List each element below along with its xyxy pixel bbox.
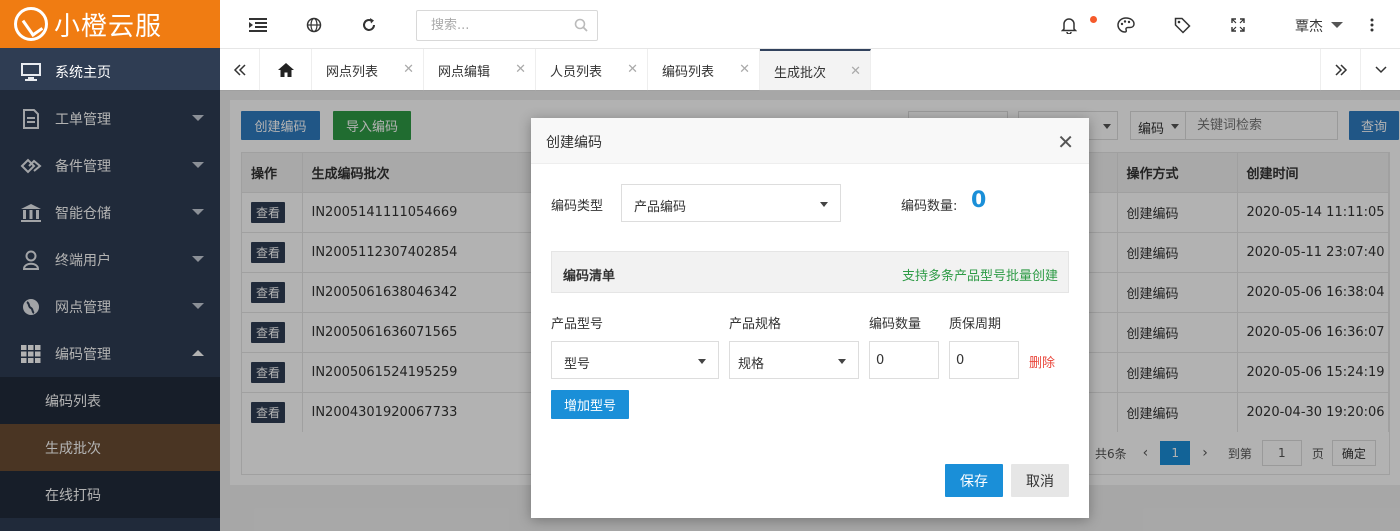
logo-text: 小橙云服 <box>54 11 163 42</box>
close-icon[interactable]: ✕ <box>739 62 750 77</box>
refresh-icon[interactable] <box>360 16 378 34</box>
search-input[interactable] <box>417 11 557 40</box>
chevron-down-icon <box>1374 66 1387 74</box>
delete-row-link[interactable]: 删除 <box>1029 352 1055 371</box>
close-icon[interactable]: ✕ <box>1057 130 1074 154</box>
tab-generate-batch[interactable]: 生成批次 ✕ <box>760 49 871 91</box>
tabs-scroll-right-button[interactable] <box>1320 49 1360 91</box>
create-code-dialog: 创建编码 ✕ 编码类型 产品编码 编码数量: 0 编码清单 支持多条产品型号批量… <box>531 118 1089 518</box>
chevron-down-icon <box>698 359 706 364</box>
spec-select[interactable]: 规格 <box>729 341 859 379</box>
save-button[interactable]: 保存 <box>945 464 1003 497</box>
sidebar-item-home[interactable]: 系统主页 <box>0 48 220 95</box>
add-model-button[interactable]: 增加型号 <box>551 390 629 419</box>
tab-outlet-list[interactable]: 网点列表 ✕ <box>312 49 424 91</box>
double-chevron-left-icon <box>233 64 246 76</box>
spec-column-label: 产品规格 <box>729 317 782 332</box>
monitor-icon <box>20 61 42 83</box>
code-count-label: 编码数量: <box>901 199 958 214</box>
code-list-hint: 支持多条产品型号批量创建 <box>901 269 1058 284</box>
tab-label: 网点编辑 <box>438 64 491 80</box>
search-box <box>416 10 598 41</box>
spec-select-value: 规格 <box>738 357 765 372</box>
dialog-title: 创建编码 <box>546 135 602 151</box>
code-type-value: 产品编码 <box>634 200 687 215</box>
close-icon[interactable]: ✕ <box>515 62 526 77</box>
tabs-scroll-left-button[interactable] <box>220 49 260 91</box>
code-count-value: 0 <box>971 188 987 213</box>
code-type-label: 编码类型 <box>551 199 604 214</box>
tab-label: 编码列表 <box>662 64 715 80</box>
tabs-menu-button[interactable] <box>1360 49 1400 91</box>
tab-label: 人员列表 <box>550 64 603 80</box>
close-icon[interactable]: ✕ <box>850 64 861 79</box>
fullscreen-icon[interactable] <box>1229 16 1247 34</box>
code-list-header: 编码清单 支持多条产品型号批量创建 <box>551 251 1069 293</box>
bell-icon[interactable] <box>1060 16 1078 34</box>
user-name[interactable]: 覃杰 <box>1295 16 1323 36</box>
more-vertical-icon[interactable] <box>1363 16 1381 34</box>
model-select-value: 型号 <box>564 357 591 372</box>
palette-icon[interactable] <box>1117 16 1135 34</box>
search-icon[interactable] <box>574 18 588 36</box>
double-chevron-right-icon <box>1334 64 1347 76</box>
topbar: 覃杰 <box>220 0 1400 49</box>
tab-label: 生成批次 <box>774 65 827 81</box>
close-icon[interactable]: ✕ <box>627 62 638 77</box>
menu-toggle-icon[interactable] <box>249 16 267 34</box>
home-icon <box>277 63 294 77</box>
tag-icon[interactable] <box>1173 16 1191 34</box>
model-column-label: 产品型号 <box>551 317 604 332</box>
logo-icon <box>14 7 48 41</box>
tabs-bar: 网点列表 ✕ 网点编辑 ✕ 人员列表 ✕ 编码列表 ✕ 生成批次 ✕ <box>220 49 1400 91</box>
chevron-down-icon <box>820 202 828 207</box>
tab-outlet-edit[interactable]: 网点编辑 ✕ <box>424 49 536 91</box>
chevron-down-icon <box>838 359 846 364</box>
sidebar-item-label: 系统主页 <box>55 64 111 81</box>
cancel-button[interactable]: 取消 <box>1011 464 1069 497</box>
tab-label: 网点列表 <box>326 64 379 80</box>
warranty-column-label: 质保周期 <box>949 317 1002 332</box>
globe-icon[interactable] <box>305 16 323 34</box>
model-select[interactable]: 型号 <box>551 341 719 379</box>
tab-home[interactable] <box>260 49 312 91</box>
warranty-input[interactable]: 0 <box>949 341 1019 379</box>
tab-code-list[interactable]: 编码列表 ✕ <box>648 49 760 91</box>
code-list-title: 编码清单 <box>563 269 616 284</box>
logo[interactable]: 小橙云服 <box>0 0 220 48</box>
code-type-select[interactable]: 产品编码 <box>621 184 841 222</box>
dialog-header: 创建编码 ✕ <box>531 118 1089 164</box>
qty-column-label: 编码数量 <box>869 317 922 332</box>
notification-dot <box>1090 16 1097 23</box>
qty-input[interactable]: 0 <box>869 341 939 379</box>
close-icon[interactable]: ✕ <box>403 62 414 77</box>
tab-staff-list[interactable]: 人员列表 ✕ <box>536 49 648 91</box>
chevron-down-icon[interactable] <box>1331 22 1343 28</box>
